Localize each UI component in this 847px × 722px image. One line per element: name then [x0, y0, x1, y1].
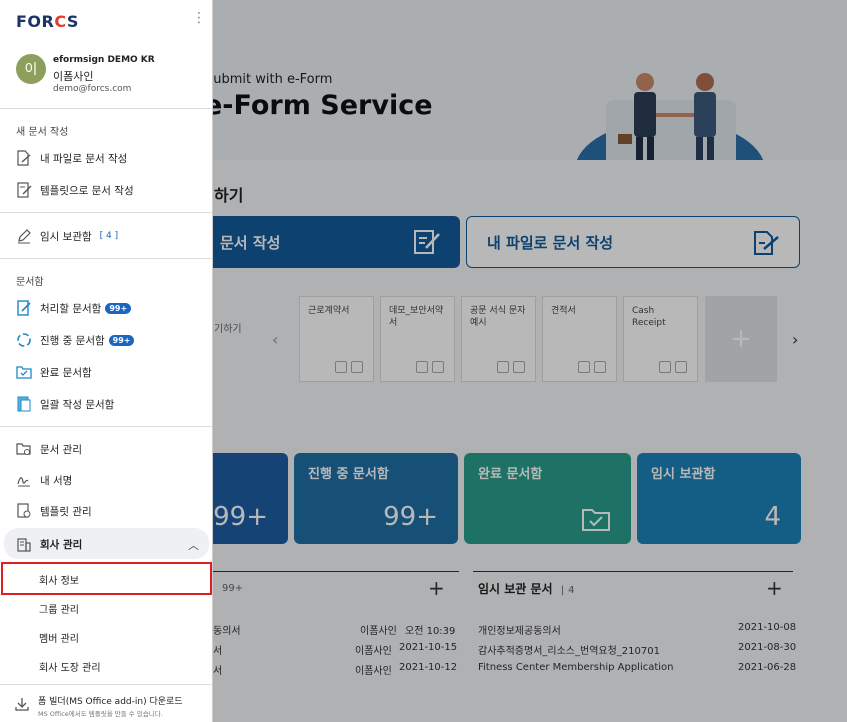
nav-company-info[interactable]: 회사 정보 [39, 572, 79, 587]
divider [0, 426, 212, 427]
account-name: 이폼사인 [53, 70, 94, 83]
nav-label: 내 서명 [40, 474, 73, 487]
folder-check-icon [16, 364, 32, 380]
highlight-box [1, 562, 212, 595]
nav-label: 회사 관리 [40, 538, 83, 551]
nav-company-stamp-management[interactable]: 회사 도장 관리 [39, 659, 101, 674]
nav-label: 진행 중 문서함 [40, 334, 105, 347]
folder-settings-icon [16, 441, 32, 457]
nav-label: 템플릿 관리 [40, 505, 92, 518]
nav-template-management[interactable]: 템플릿 관리 [16, 503, 92, 519]
building-icon [16, 536, 32, 552]
bulk-doc-icon [16, 396, 32, 412]
account-company: eformsign DEMO KR [53, 55, 155, 65]
nav-bulk[interactable]: 일괄 작성 문서함 [16, 396, 114, 412]
nav-member-management[interactable]: 멤버 관리 [39, 630, 79, 645]
upload-doc-icon [16, 150, 32, 166]
signature-icon [16, 472, 32, 488]
nav-in-progress[interactable]: 진행 중 문서함 99+ [16, 332, 135, 348]
template-settings-icon [16, 503, 32, 519]
doc-edit-icon [16, 300, 32, 316]
nav-doc-management[interactable]: 문서 관리 [16, 441, 82, 457]
drafts-count: [ 4 ] [99, 231, 119, 241]
nav-label: 완료 문서함 [40, 366, 92, 379]
download-subtitle: MS Office에서도 템플릿을 만들 수 있습니다. [38, 710, 163, 718]
nav-drafts[interactable]: 임시 보관함 [ 4 ] [16, 228, 118, 244]
nav-label: 문서 관리 [40, 443, 82, 456]
inbox-section-label: 문서함 [16, 277, 44, 288]
nav-completed[interactable]: 완료 문서함 [16, 364, 92, 380]
nav-create-from-template[interactable]: 템플릿으로 문서 작성 [16, 182, 134, 198]
account-email: demo@forcs.com [53, 84, 132, 94]
nav-to-process[interactable]: 처리할 문서함 99+ [16, 300, 132, 316]
edit-doc-icon [16, 182, 32, 198]
count-badge: 99+ [108, 334, 135, 346]
nav-create-from-my-file[interactable]: 내 파일로 문서 작성 [16, 150, 127, 166]
company-management-row: 회사 관리 [16, 536, 82, 552]
count-badge: 99+ [105, 302, 132, 314]
nav-company-management[interactable]: 회사 관리 ︿ [4, 528, 209, 559]
pencil-icon [16, 228, 32, 244]
nav-label: 임시 보관함 [40, 230, 92, 243]
divider [0, 108, 212, 109]
nav-label: 템플릿으로 문서 작성 [40, 184, 134, 197]
new-doc-section-label: 새 문서 작성 [16, 127, 69, 138]
download-title: 폼 빌더(MS Office add-in) 다운로드 [38, 697, 183, 707]
nav-label: 일괄 작성 문서함 [40, 398, 115, 411]
nav-my-signature[interactable]: 내 서명 [16, 472, 72, 488]
logo: FORCS [16, 12, 79, 31]
chevron-up-icon[interactable]: ︿ [188, 537, 199, 553]
avatar[interactable]: 이 [16, 54, 46, 84]
progress-circle-icon [16, 332, 32, 348]
divider [0, 258, 212, 259]
nav-label: 내 파일로 문서 작성 [40, 152, 128, 165]
nav-group-management[interactable]: 그룹 관리 [39, 601, 79, 616]
nav-label: 처리할 문서함 [40, 302, 102, 315]
sidebar: FORCS ⋮ 이 eformsign DEMO KR 이폼사인 demo@fo… [0, 0, 213, 722]
divider [0, 212, 212, 213]
download-icon [15, 698, 29, 711]
more-vertical-icon[interactable]: ⋮ [192, 10, 206, 26]
